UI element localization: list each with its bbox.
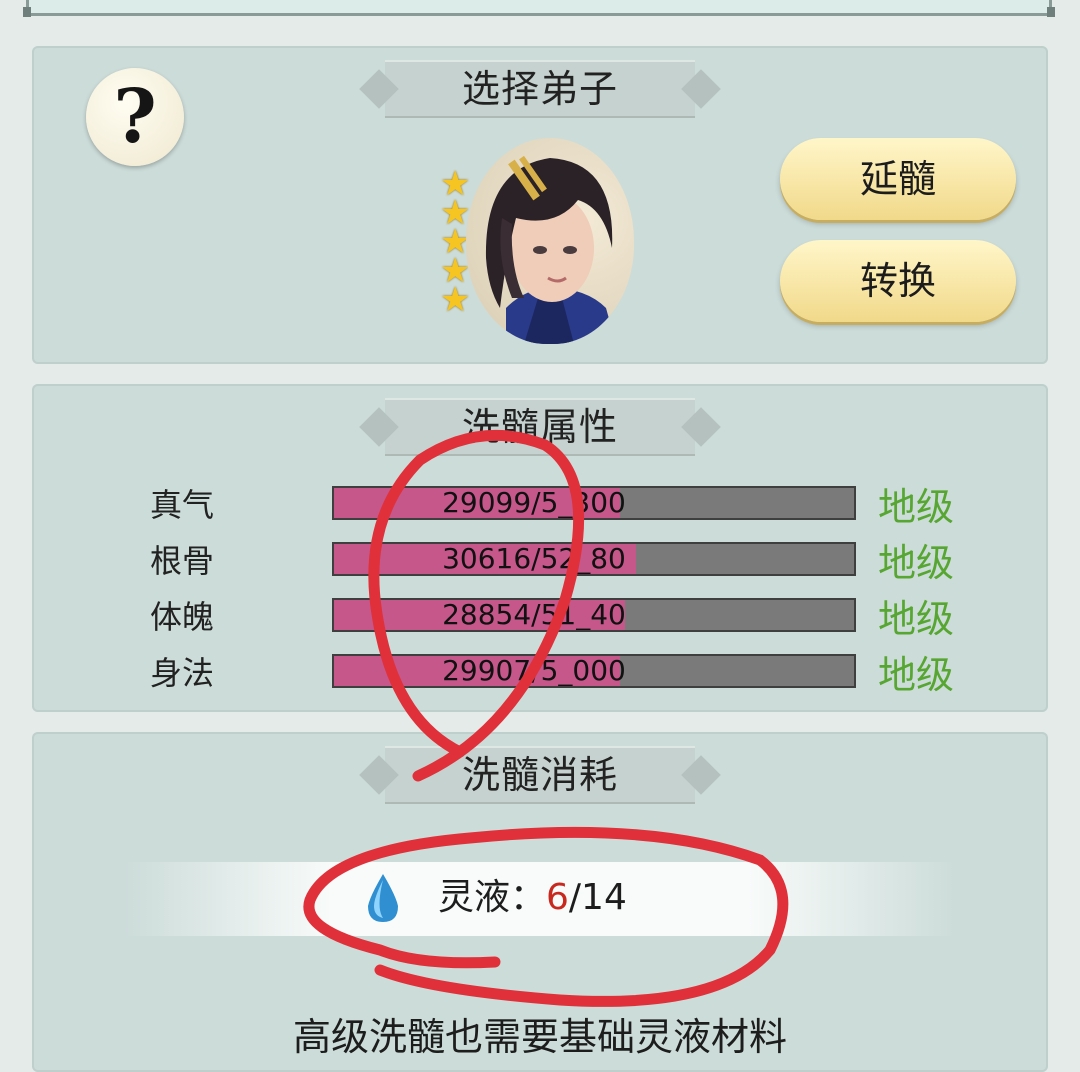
- spirit-liquid-cost: 灵液：6/14: [438, 872, 627, 924]
- attr-grade-zhenqi: 地级: [878, 485, 955, 529]
- convert-button[interactable]: 转换: [780, 240, 1016, 322]
- cost-label-text: 灵液：: [438, 877, 547, 918]
- top-frame-strip: [23, 0, 1055, 17]
- attr-bar-value: 30616/52_80: [442, 542, 626, 575]
- attr-bar-zhenqi: 29099/5_300: [332, 486, 856, 520]
- attr-bar-value: 29099/5_300: [442, 486, 626, 519]
- cost-current-value: 6: [546, 877, 569, 918]
- attr-bar-gengu: 30616/52_80: [332, 542, 856, 576]
- select-disciple-title: 选择弟子: [385, 60, 695, 118]
- attr-bar-shenfa: 29907/5_000: [332, 654, 856, 688]
- disciple-avatar[interactable]: [466, 138, 634, 344]
- cost-total-value: /14: [568, 877, 627, 918]
- attr-bar-tipo: 28854/51_40: [332, 598, 856, 632]
- spirit-liquid-drop-icon: [368, 874, 398, 922]
- attributes-title: 洗髓属性: [385, 398, 695, 456]
- attr-grade-shenfa: 地级: [878, 653, 955, 697]
- star-icon: ★: [440, 280, 471, 320]
- attr-label-gengu: 根骨: [150, 542, 215, 580]
- help-icon[interactable]: ?: [86, 68, 184, 166]
- cost-panel: 洗髓消耗 灵液：6/14 高级洗髓也需要基础灵液材料: [32, 732, 1048, 1072]
- cost-row: 灵液：6/14: [124, 862, 956, 936]
- attr-grade-gengu: 地级: [878, 541, 955, 585]
- disciple-portrait-slot[interactable]: ★ ★ ★ ★ ★: [432, 138, 642, 348]
- attr-bar-value: 29907/5_000: [442, 654, 626, 687]
- attr-label-shenfa: 身法: [150, 654, 215, 692]
- attributes-panel: 洗髓属性 真气 29099/5_300 地级 根骨 30616/52_80 地级…: [32, 384, 1048, 712]
- attr-grade-tipo: 地级: [878, 597, 955, 641]
- attr-label-zhenqi: 真气: [150, 486, 215, 524]
- cost-note: 高级洗髓也需要基础灵液材料: [292, 1015, 787, 1059]
- attr-bar-value: 28854/51_40: [442, 598, 626, 631]
- attr-label-tipo: 体魄: [150, 598, 215, 636]
- select-disciple-panel: 选择弟子 ? ★ ★ ★ ★ ★ 延髓 转换: [32, 46, 1048, 364]
- cost-title: 洗髓消耗: [385, 746, 695, 804]
- extend-button[interactable]: 延髓: [780, 138, 1016, 220]
